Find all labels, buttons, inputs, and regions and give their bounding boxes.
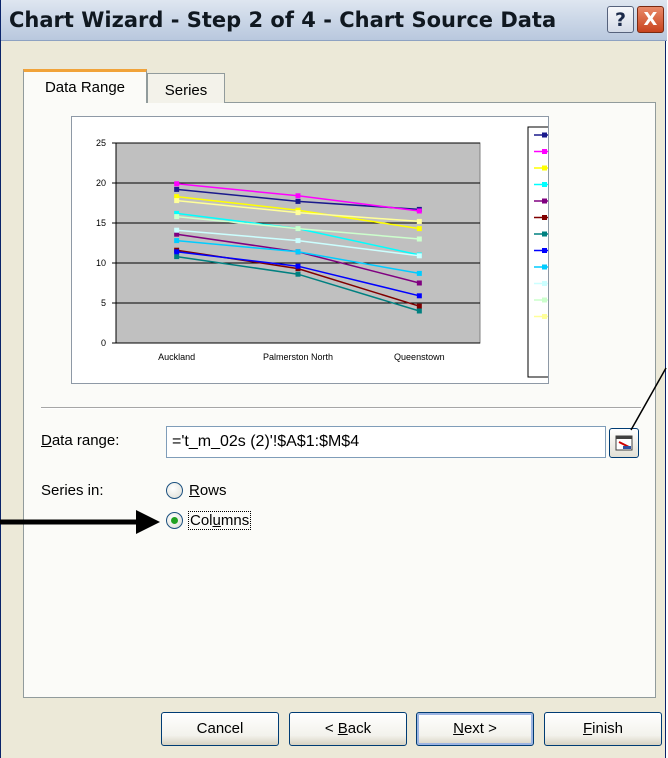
series-in-label: Series in:	[41, 482, 104, 499]
columns-radio-option[interactable]: Columns	[166, 511, 252, 530]
legend-marker	[542, 297, 547, 303]
data-point	[174, 198, 180, 204]
rows-radio-label[interactable]: Rows	[189, 482, 227, 499]
data-point	[416, 236, 422, 242]
data-point	[416, 253, 422, 259]
title-bar[interactable]: Chart Wizard - Step 2 of 4 - Chart Sourc…	[1, 0, 667, 41]
tab-data-range[interactable]: Data Range	[23, 69, 147, 103]
data-point	[416, 293, 422, 299]
separator	[41, 407, 641, 409]
rows-radio[interactable]	[166, 482, 183, 499]
legend-marker	[542, 231, 547, 237]
next-button[interactable]: Next >	[416, 712, 534, 746]
y-tick-label: 10	[96, 258, 106, 268]
legend-marker	[542, 149, 547, 154]
columns-radio[interactable]	[166, 512, 183, 529]
legend-marker	[542, 198, 547, 204]
legend-marker	[542, 215, 547, 220]
tab-series[interactable]: Series	[147, 73, 225, 103]
rows-radio-option[interactable]: Rows	[166, 482, 227, 499]
data-range-input[interactable]: ='t_m_02s (2)'!$A$1:$M$4	[166, 426, 606, 458]
y-tick-label: 25	[96, 138, 106, 148]
x-tick-label: Palmerston North	[263, 352, 333, 362]
y-tick-label: 20	[96, 178, 106, 188]
data-point	[295, 193, 301, 199]
collapse-dialog-icon	[615, 435, 633, 451]
collapse-dialog-button[interactable]	[609, 428, 639, 458]
legend-marker	[542, 314, 547, 319]
y-tick-label: 5	[101, 298, 106, 308]
data-point	[416, 208, 422, 214]
chart-svg: 0 5 10 15 20 25 Auckland Palmerston North Queens…	[96, 126, 548, 378]
data-point	[416, 303, 422, 309]
legend-marker	[542, 165, 547, 171]
cancel-button[interactable]: Cancel	[161, 712, 279, 746]
data-point	[295, 226, 301, 232]
legend-marker	[542, 281, 547, 286]
data-point	[174, 238, 180, 244]
columns-radio-label[interactable]: Columns	[187, 511, 252, 530]
data-point	[174, 181, 180, 187]
data-point	[174, 186, 180, 192]
data-point	[295, 198, 301, 204]
data-point	[174, 214, 180, 220]
data-point	[416, 226, 422, 232]
data-point	[416, 280, 422, 286]
legend-marker	[542, 132, 547, 138]
data-point	[295, 263, 301, 269]
back-button[interactable]: < Back	[289, 712, 407, 746]
help-icon[interactable]: ?	[607, 6, 634, 33]
close-icon[interactable]: X	[637, 6, 664, 33]
chart-wizard-dialog: Chart Wizard - Step 2 of 4 - Chart Sourc…	[0, 0, 667, 758]
data-point	[174, 249, 180, 255]
data-point	[295, 238, 301, 244]
legend-marker	[542, 248, 547, 253]
x-tick-label: Auckland	[158, 352, 195, 362]
x-tick-label: Queenstown	[394, 352, 445, 362]
data-point	[174, 227, 180, 233]
legend-marker	[542, 264, 547, 270]
data-point	[416, 270, 422, 276]
data-point	[416, 308, 422, 314]
data-range-label: Data range:	[41, 432, 120, 449]
data-point	[295, 210, 301, 216]
finish-button[interactable]: Finish	[544, 712, 662, 746]
data-point	[295, 249, 301, 255]
window-title: Chart Wizard - Step 2 of 4 - Chart Sourc…	[9, 8, 557, 32]
data-point	[295, 271, 301, 277]
data-point	[174, 254, 180, 260]
legend-marker	[542, 182, 547, 187]
y-tick-label: 0	[101, 338, 106, 348]
chart-preview: 0 5 10 15 20 25 Auckland Palmerston North Queens…	[71, 116, 549, 384]
data-point	[416, 218, 422, 224]
y-tick-label: 15	[96, 218, 106, 228]
